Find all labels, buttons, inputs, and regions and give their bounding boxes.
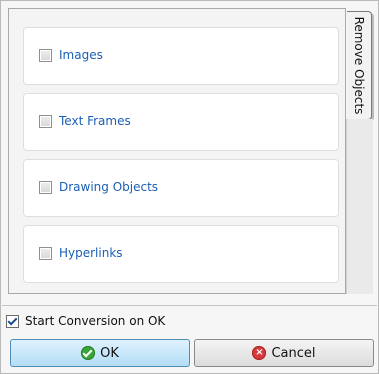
drawing-objects-label[interactable]: Drawing Objects [59,180,158,194]
ok-button-label: OK [100,345,119,361]
start-conversion-label[interactable]: Start Conversion on OK [25,314,165,328]
text-frames-checkbox[interactable] [39,114,52,128]
check-circle-icon [81,346,96,360]
option-card-hyperlinks: Hyperlinks [23,225,339,283]
side-strip [346,119,373,294]
images-label[interactable]: Images [59,48,103,62]
hyperlinks-checkbox[interactable] [39,246,52,260]
cancel-button-label: Cancel [271,345,316,361]
dialog-window: Images Text Frames Drawing Objects Hyper… [0,0,379,374]
cancel-button[interactable]: × Cancel [194,339,374,367]
tab-remove-objects-label: Remove Objects [352,16,366,115]
x-circle-icon: × [252,346,267,360]
text-frames-label[interactable]: Text Frames [59,114,131,128]
hyperlinks-label[interactable]: Hyperlinks [59,246,123,260]
start-conversion-checkbox[interactable] [6,314,19,328]
button-bar: OK × Cancel [6,337,374,367]
options-panel: Images Text Frames Drawing Objects Hyper… [8,8,346,294]
images-checkbox-row[interactable]: Images [39,47,103,63]
hyperlinks-checkbox-row[interactable]: Hyperlinks [39,245,123,261]
tab-remove-objects[interactable]: Remove Objects [347,11,372,120]
start-conversion-row[interactable]: Start Conversion on OK [6,313,165,329]
option-card-drawing-objects: Drawing Objects [23,159,339,217]
drawing-objects-checkbox-row[interactable]: Drawing Objects [39,179,158,195]
divider [2,305,377,306]
ok-button[interactable]: OK [10,339,190,367]
option-card-text-frames: Text Frames [23,93,339,151]
text-frames-checkbox-row[interactable]: Text Frames [39,113,131,129]
option-card-images: Images [23,27,339,85]
drawing-objects-checkbox[interactable] [39,180,52,194]
images-checkbox[interactable] [39,48,52,62]
